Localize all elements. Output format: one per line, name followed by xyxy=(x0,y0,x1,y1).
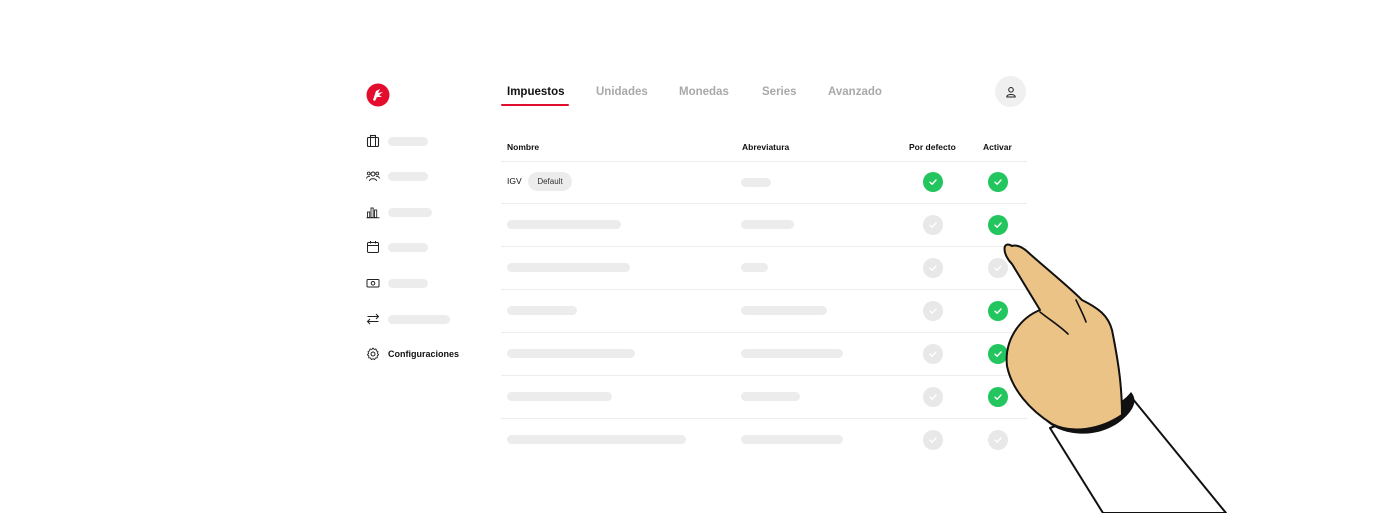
tax-name: IGV xyxy=(507,176,522,186)
check-icon xyxy=(994,437,1002,443)
name-placeholder xyxy=(507,392,612,401)
briefcase-icon xyxy=(366,134,380,148)
sidebar-item-label: Configuraciones xyxy=(388,349,460,359)
table-divider xyxy=(501,375,1027,376)
abbr-placeholder xyxy=(741,349,843,358)
table-divider xyxy=(501,289,1027,290)
default-check-toggle[interactable] xyxy=(923,430,943,450)
name-placeholder xyxy=(507,263,630,272)
bar-chart-icon xyxy=(366,207,380,219)
sidebar-item-reports[interactable] xyxy=(366,204,432,220)
check-icon xyxy=(994,351,1002,357)
sidebar-item-placeholder xyxy=(388,208,432,217)
default-check-toggle[interactable] xyxy=(923,215,943,235)
column-header-abbr: Abreviatura xyxy=(742,142,790,152)
default-check-toggle[interactable] xyxy=(923,172,943,192)
name-placeholder xyxy=(507,220,621,229)
tab-series[interactable]: Series xyxy=(762,85,797,99)
check-icon xyxy=(929,351,937,357)
user-icon xyxy=(1005,86,1016,97)
tab-impuestos[interactable]: Impuestos xyxy=(507,85,565,99)
users-icon xyxy=(366,171,380,182)
tab-unidades[interactable]: Unidades xyxy=(596,85,648,99)
calendar-icon xyxy=(367,241,379,253)
sidebar-item-placeholder xyxy=(388,315,450,324)
check-icon xyxy=(994,394,1002,400)
table-divider xyxy=(501,418,1027,419)
table-divider xyxy=(501,332,1027,333)
default-check-toggle[interactable] xyxy=(923,344,943,364)
sidebar-item-briefcase[interactable] xyxy=(366,133,428,149)
brand-logo xyxy=(366,83,390,107)
default-check-toggle[interactable] xyxy=(923,387,943,407)
active-check-toggle[interactable] xyxy=(988,344,1008,364)
check-icon xyxy=(929,265,937,271)
active-check-toggle[interactable] xyxy=(988,215,1008,235)
active-check-toggle[interactable] xyxy=(988,301,1008,321)
active-check-toggle[interactable] xyxy=(988,258,1008,278)
column-header-active: Activar xyxy=(983,142,1012,152)
active-check-toggle[interactable] xyxy=(988,430,1008,450)
name-placeholder xyxy=(507,435,686,444)
abbr-placeholder xyxy=(741,392,800,401)
sidebar-item-transfers[interactable] xyxy=(366,311,450,327)
default-check-toggle[interactable] xyxy=(923,301,943,321)
abbr-placeholder xyxy=(741,178,771,187)
name-placeholder xyxy=(507,306,577,315)
transfer-arrows-icon xyxy=(366,313,380,325)
abbr-placeholder xyxy=(741,306,827,315)
tab-monedas[interactable]: Monedas xyxy=(679,85,729,99)
column-header-name: Nombre xyxy=(507,142,540,152)
table-divider xyxy=(501,246,1027,247)
table-divider xyxy=(501,161,1027,162)
active-tab-indicator xyxy=(501,104,569,106)
sidebar-item-payments[interactable] xyxy=(366,275,428,291)
active-check-toggle[interactable] xyxy=(988,387,1008,407)
check-icon xyxy=(994,222,1002,228)
default-check-toggle[interactable] xyxy=(923,258,943,278)
sidebar-item-calendar[interactable] xyxy=(366,239,428,255)
sidebar-item-placeholder xyxy=(388,279,428,288)
banknote-icon xyxy=(366,279,380,288)
active-check-toggle[interactable] xyxy=(988,172,1008,192)
check-icon xyxy=(929,222,937,228)
check-icon xyxy=(994,265,1002,271)
check-icon xyxy=(929,179,937,185)
name-placeholder xyxy=(507,349,635,358)
user-avatar-button[interactable] xyxy=(995,76,1026,107)
gear-icon xyxy=(366,347,380,361)
abbr-placeholder xyxy=(741,435,843,444)
sidebar-item-users[interactable] xyxy=(366,168,428,184)
sidebar-item-settings[interactable]: Configuraciones xyxy=(366,346,459,362)
check-icon xyxy=(929,437,937,443)
column-header-default: Por defecto xyxy=(909,142,956,152)
check-icon xyxy=(994,308,1002,314)
sidebar-item-placeholder xyxy=(388,137,428,146)
table-divider xyxy=(501,203,1027,204)
abbr-placeholder xyxy=(741,263,768,272)
abbr-placeholder xyxy=(741,220,794,229)
check-icon xyxy=(929,308,937,314)
check-icon xyxy=(929,394,937,400)
default-badge: Default xyxy=(528,172,572,191)
check-icon xyxy=(994,179,1002,185)
tab-avanzado[interactable]: Avanzado xyxy=(828,85,882,99)
pointing-hand-illustration xyxy=(1003,243,1227,513)
sidebar-item-placeholder xyxy=(388,243,428,252)
sidebar-item-placeholder xyxy=(388,172,428,181)
